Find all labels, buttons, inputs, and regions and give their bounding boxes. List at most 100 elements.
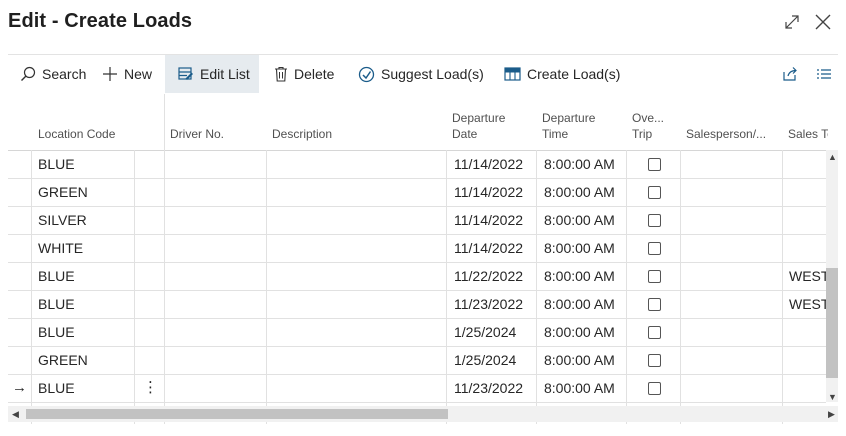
delete-button[interactable]: Delete [274, 55, 334, 93]
overnight-trip-checkbox[interactable] [648, 382, 661, 395]
list-view-button[interactable] [816, 55, 838, 93]
location-code-cell[interactable]: BLUE [38, 262, 75, 290]
location-code-cell[interactable]: GREEN [38, 178, 88, 206]
suggest-loads-label: Suggest Load(s) [381, 66, 484, 82]
table-row[interactable]: WHITE 11/14/2022 8:00:00 AM [8, 234, 826, 263]
edit-list-label: Edit List [200, 66, 250, 82]
departure-time-cell[interactable]: 8:00:00 AM [544, 262, 615, 290]
close-button[interactable] [813, 12, 833, 32]
table-row[interactable]: BLUE 11/23/2022 8:00:00 AM WEST [8, 290, 826, 319]
table-row[interactable]: SILVER 11/14/2022 8:00:00 AM [8, 206, 826, 235]
overnight-trip-checkbox[interactable] [648, 242, 661, 255]
overnight-trip-checkbox[interactable] [648, 298, 661, 311]
col-location-code[interactable]: Location Code [38, 126, 115, 142]
edit-list-icon [178, 67, 193, 80]
search-label: Search [42, 66, 87, 82]
overnight-trip-checkbox[interactable] [648, 326, 661, 339]
location-code-cell[interactable]: BLUE [38, 318, 75, 346]
departure-date-cell[interactable]: 1/25/2024 [454, 346, 516, 374]
overnight-trip-checkbox[interactable] [648, 270, 661, 283]
col-driver-no[interactable]: Driver No. [170, 126, 224, 142]
create-loads-icon [504, 67, 521, 81]
expand-button[interactable] [782, 12, 802, 32]
share-icon [783, 67, 797, 81]
departure-date-cell[interactable]: 11/23/2022 [454, 374, 523, 402]
close-icon [815, 14, 831, 30]
expand-icon [785, 15, 799, 29]
table-row[interactable]: GREEN 11/14/2022 8:00:00 AM [8, 178, 826, 207]
sales-territory-cell[interactable] [789, 234, 826, 262]
departure-date-cell[interactable]: 11/14/2022 [454, 150, 523, 178]
departure-date-cell[interactable]: 11/14/2022 [454, 206, 523, 234]
create-loads-button[interactable]: Create Load(s) [504, 55, 620, 93]
departure-time-cell[interactable]: 8:00:00 AM [544, 346, 615, 374]
col-salesperson[interactable]: Salesperson/... [686, 126, 782, 142]
new-label: New [124, 66, 153, 82]
suggest-loads-button[interactable]: Suggest Load(s) [358, 55, 484, 93]
share-button[interactable] [782, 55, 804, 93]
table-row[interactable]: → ⋮ BLUE 11/23/2022 8:00:00 AM [8, 374, 826, 403]
sales-territory-cell[interactable]: WEST [789, 290, 826, 318]
departure-time-cell[interactable]: 8:00:00 AM [544, 374, 615, 402]
overnight-trip-checkbox[interactable] [648, 186, 661, 199]
trash-icon [275, 66, 287, 82]
overnight-trip-checkbox[interactable] [648, 354, 661, 367]
new-button[interactable]: New [102, 55, 152, 93]
vertical-scroll-thumb[interactable] [826, 268, 838, 378]
location-code-cell[interactable]: WHITE [38, 234, 83, 262]
row-actions-icon[interactable]: ⋮ [143, 374, 158, 402]
departure-time-cell[interactable]: 8:00:00 AM [544, 290, 615, 318]
location-code-cell[interactable]: SILVER [38, 206, 87, 234]
horizontal-scroll-thumb[interactable] [26, 409, 448, 419]
departure-date-cell[interactable]: 11/22/2022 [454, 262, 523, 290]
sales-territory-cell[interactable] [789, 346, 826, 374]
table-row[interactable]: BLUE 11/22/2022 8:00:00 AM WEST [8, 262, 826, 291]
sales-territory-cell[interactable] [789, 150, 826, 178]
location-code-cell[interactable]: BLUE [38, 290, 75, 318]
sales-territory-cell[interactable] [789, 178, 826, 206]
delete-label: Delete [294, 66, 335, 82]
grid-header: Location Code Driver No. Description Dep… [8, 94, 828, 151]
scroll-right-icon[interactable]: ▶ [828, 409, 835, 419]
departure-date-cell[interactable]: 1/25/2024 [454, 318, 516, 346]
table-row[interactable]: BLUE 1/25/2024 8:00:00 AM [8, 318, 826, 347]
departure-date-cell[interactable]: 11/23/2022 [454, 290, 523, 318]
sales-territory-cell[interactable] [789, 206, 826, 234]
col-departure-date[interactable]: Departure Date [452, 110, 505, 142]
location-code-cell[interactable]: BLUE [38, 374, 75, 402]
col-overnight-trip[interactable]: Ove... Trip [632, 110, 664, 142]
departure-time-cell[interactable]: 8:00:00 AM [544, 318, 615, 346]
table-row[interactable]: GREEN 1/25/2024 8:00:00 AM [8, 346, 826, 375]
sales-territory-cell[interactable]: WEST [789, 262, 826, 290]
edit-list-button[interactable]: Edit List [165, 55, 259, 93]
plus-icon [103, 67, 117, 81]
departure-time-cell[interactable]: 8:00:00 AM [544, 178, 615, 206]
departure-time-cell[interactable]: 8:00:00 AM [544, 234, 615, 262]
location-code-cell[interactable]: BLUE [38, 150, 75, 178]
action-bar: Search New Edit List Delete Suggest Load… [8, 54, 838, 94]
departure-date-cell[interactable]: 11/14/2022 [454, 178, 523, 206]
loads-grid: Location Code Driver No. Description Dep… [8, 94, 838, 424]
scroll-up-icon[interactable]: ▲ [828, 152, 837, 162]
departure-time-cell[interactable]: 8:00:00 AM [544, 150, 615, 178]
sales-territory-cell[interactable] [789, 318, 826, 346]
search-button[interactable]: Search [20, 55, 86, 93]
suggest-loads-icon [358, 66, 375, 82]
page-title: Edit - Create Loads [8, 10, 193, 32]
overnight-trip-checkbox[interactable] [648, 158, 661, 171]
scroll-down-icon[interactable]: ▼ [828, 392, 837, 402]
departure-time-cell[interactable]: 8:00:00 AM [544, 206, 615, 234]
search-icon [21, 66, 36, 81]
scroll-left-icon[interactable]: ◀ [12, 409, 19, 419]
location-code-cell[interactable]: GREEN [38, 346, 88, 374]
create-loads-label: Create Load(s) [527, 66, 621, 82]
list-view-icon [817, 69, 831, 79]
col-sales-territory[interactable]: Sales Terri [788, 126, 828, 142]
col-departure-time[interactable]: Departure Time [542, 110, 595, 142]
departure-date-cell[interactable]: 11/14/2022 [454, 234, 523, 262]
current-row-arrow-icon: → [12, 379, 27, 396]
overnight-trip-checkbox[interactable] [648, 214, 661, 227]
col-description[interactable]: Description [272, 126, 332, 142]
sales-territory-cell[interactable] [789, 374, 826, 402]
table-row[interactable]: BLUE 11/14/2022 8:00:00 AM [8, 150, 826, 179]
